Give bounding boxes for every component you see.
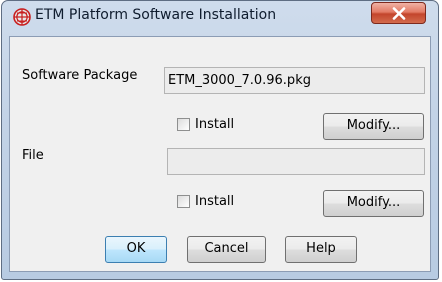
file-field[interactable] [167,148,425,175]
software-package-field[interactable]: ETM_3000_7.0.96.pkg [164,67,425,94]
cancel-button[interactable]: Cancel [187,236,266,263]
app-icon [13,8,31,26]
dialog-content: Software Package ETM_3000_7.0.96.pkg Ins… [9,36,431,272]
dialog-window: ETM Platform Software Installation Softw… [1,0,439,280]
file-modify-button[interactable]: Modify... [323,190,424,217]
close-button[interactable] [371,2,426,24]
file-label: File [22,148,44,163]
install-label: Install [195,117,235,132]
title-bar[interactable]: ETM Platform Software Installation [2,1,438,31]
close-icon [392,7,406,20]
install-label: Install [195,194,235,209]
software-package-modify-button[interactable]: Modify... [323,113,424,140]
help-button[interactable]: Help [285,236,357,263]
ok-button[interactable]: OK [105,236,167,263]
window-title: ETM Platform Software Installation [35,7,277,23]
checkbox-box[interactable] [177,195,190,208]
software-package-label: Software Package [22,68,138,83]
checkbox-box[interactable] [177,118,190,131]
software-package-install-checkbox[interactable]: Install [177,117,234,135]
file-install-checkbox[interactable]: Install [177,194,234,212]
